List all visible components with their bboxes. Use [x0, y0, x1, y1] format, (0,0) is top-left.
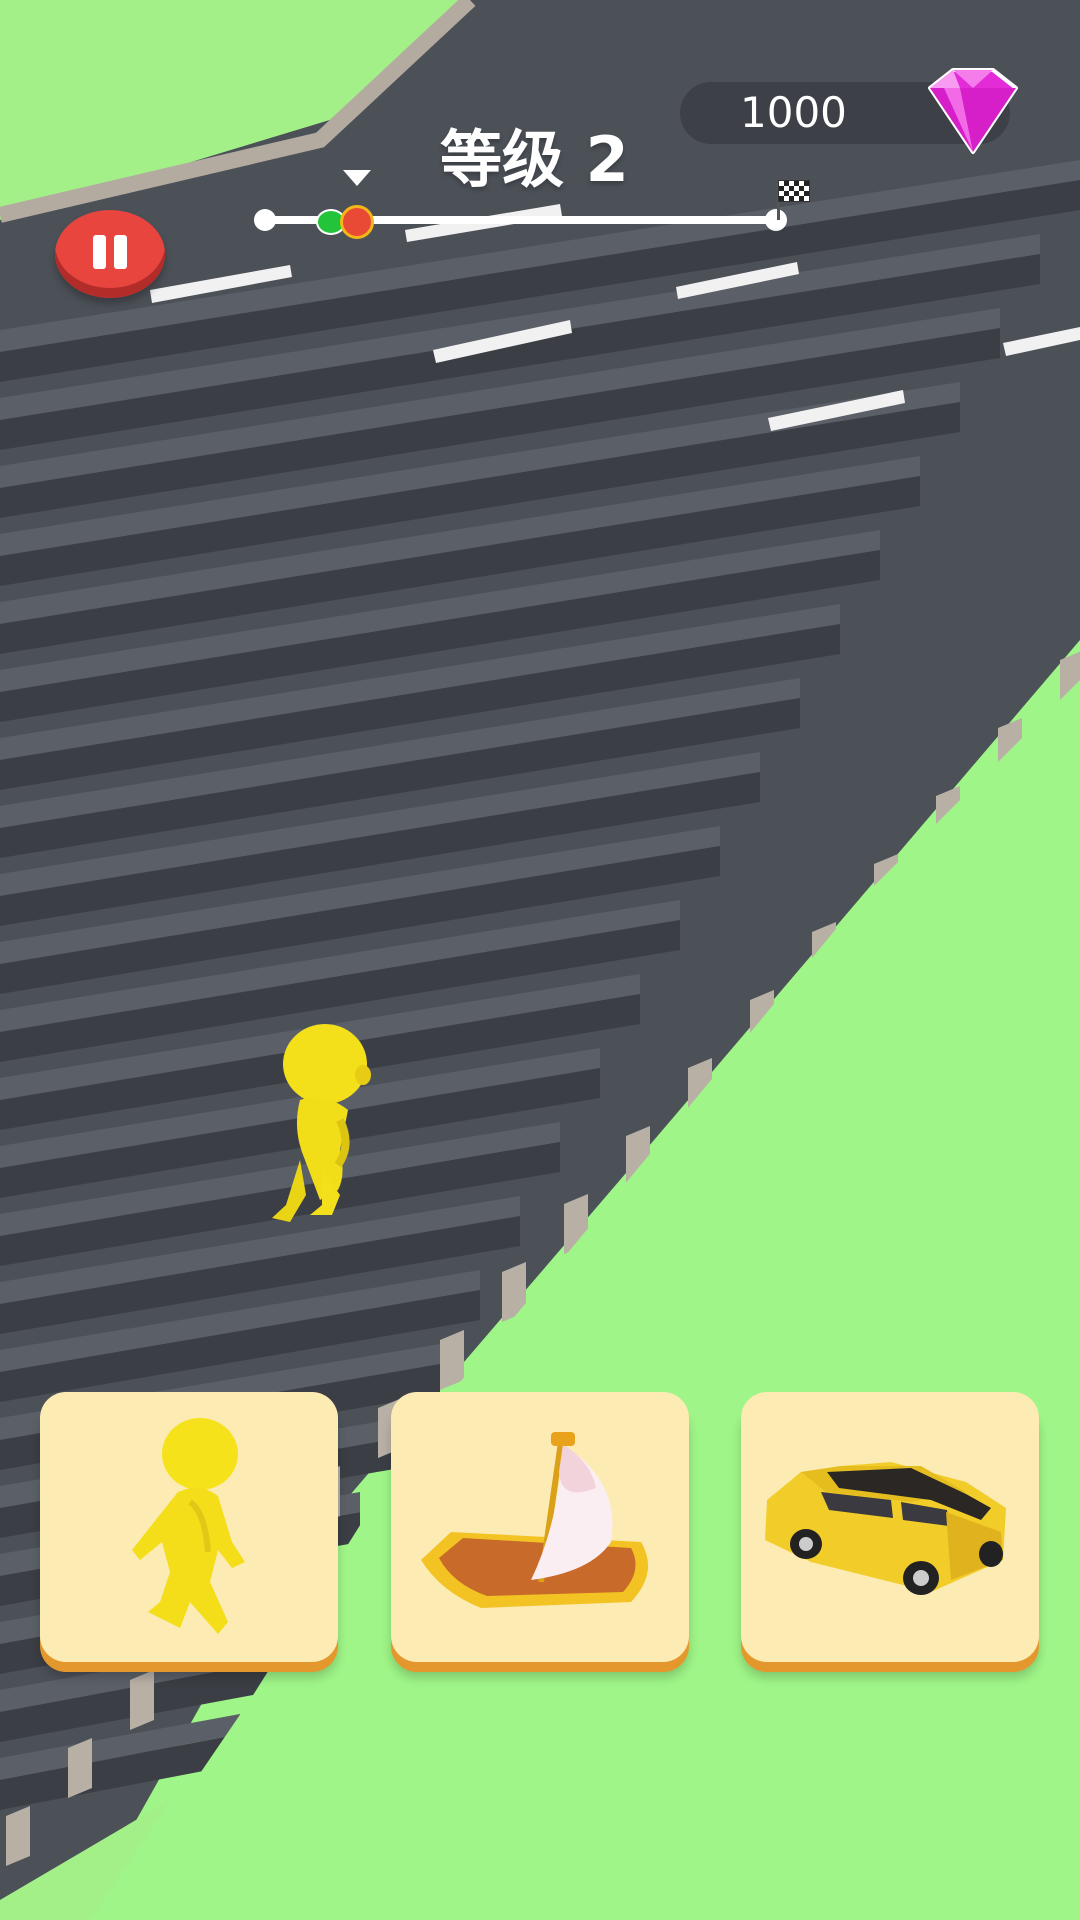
progress-start-dot — [254, 209, 276, 231]
gem-count: 1000 — [740, 88, 847, 137]
stickman-icon — [132, 1418, 245, 1634]
vehicle-card-runner[interactable] — [40, 1392, 338, 1662]
pause-button[interactable] — [55, 210, 165, 298]
vehicle-card-boat[interactable] — [391, 1392, 689, 1662]
sailboat-icon — [421, 1432, 649, 1608]
diamond-icon — [928, 68, 1018, 154]
checkered-flag-icon — [778, 180, 810, 202]
vehicle-card-car[interactable] — [741, 1392, 1039, 1662]
progress-end-dot — [765, 209, 787, 231]
car-icon — [765, 1462, 1006, 1595]
player-position-dot — [339, 205, 374, 239]
level-progress-bar — [250, 160, 810, 240]
player-marker-icon — [342, 170, 371, 186]
